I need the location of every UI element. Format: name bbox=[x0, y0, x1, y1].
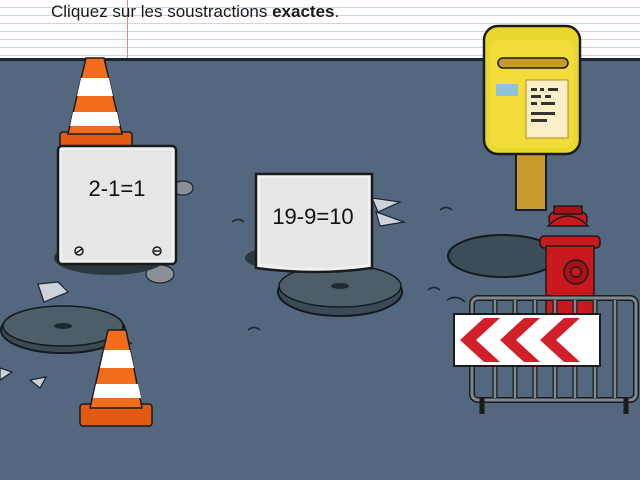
card-2-expression[interactable]: 19-9=10 bbox=[258, 204, 368, 230]
mailbox bbox=[482, 24, 582, 211]
card-1-expression[interactable]: 2-1=1 bbox=[62, 176, 172, 202]
street-scene bbox=[0, 24, 639, 427]
traffic-cone-top bbox=[59, 57, 133, 149]
road-barrier bbox=[453, 295, 639, 414]
subtraction-card-1[interactable] bbox=[56, 144, 178, 266]
